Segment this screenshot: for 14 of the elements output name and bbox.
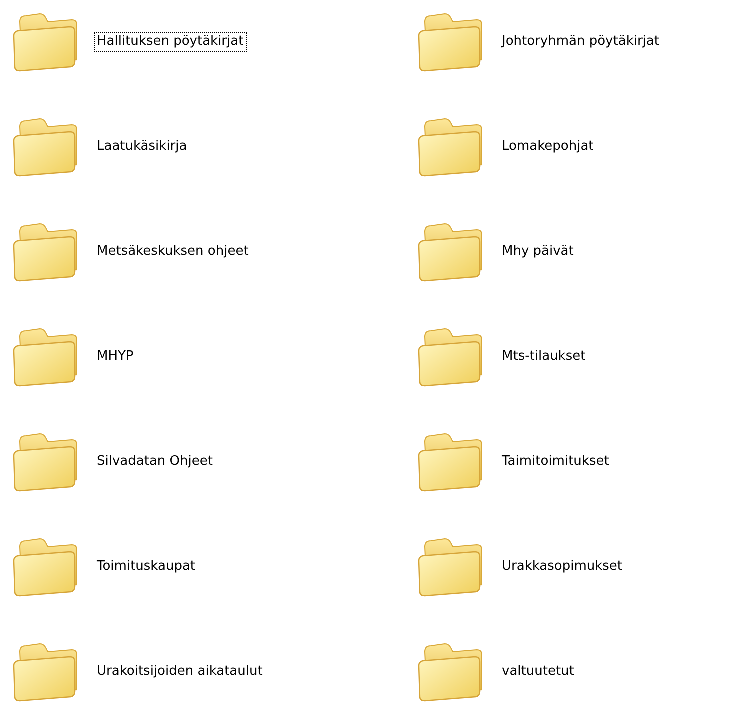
folder-label[interactable]: Silvadatan Ohjeet xyxy=(94,452,216,472)
folder-label[interactable]: Lomakepohjat xyxy=(499,137,597,157)
folder-label[interactable]: Taimitoimitukset xyxy=(499,452,612,472)
folder-label[interactable]: MHYP xyxy=(94,347,137,367)
folder-label[interactable]: valtuutetut xyxy=(499,662,578,682)
folder-label[interactable]: Hallituksen pöytäkirjat xyxy=(94,32,247,52)
folder-label[interactable]: Metsäkeskuksen ohjeet xyxy=(94,242,252,262)
folder-label[interactable]: Urakkasopimukset xyxy=(499,557,626,577)
folder-label[interactable]: Mts-tilaukset xyxy=(499,347,589,367)
folder-label[interactable]: Mhy päivät xyxy=(499,242,577,262)
folder-label[interactable]: Johtoryhmän pöytäkirjat xyxy=(499,32,662,52)
folder-label[interactable]: Toimituskaupat xyxy=(94,557,199,577)
folder-label[interactable]: Urakoitsijoiden aikataulut xyxy=(94,662,266,682)
folder-label[interactable]: Laatukäsikirja xyxy=(94,137,190,157)
